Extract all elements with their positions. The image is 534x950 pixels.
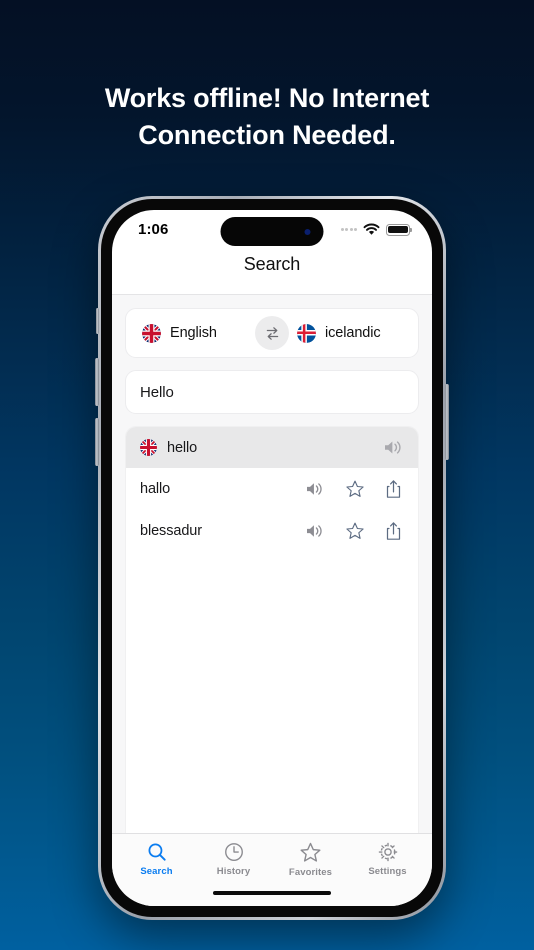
- star-outline-icon[interactable]: [345, 521, 365, 541]
- silent-switch[interactable]: [96, 308, 99, 334]
- star-outline-icon[interactable]: [345, 479, 365, 499]
- dynamic-island: [220, 217, 324, 246]
- flag-iceland-icon: [297, 323, 316, 343]
- query-row-text: hello: [167, 439, 198, 456]
- search-input[interactable]: Hello: [125, 370, 419, 414]
- language-selector: English icelandic: [125, 308, 419, 358]
- swap-languages-button[interactable]: [255, 316, 289, 350]
- flag-uk-icon: [140, 439, 157, 456]
- camera-dot-icon: [304, 229, 311, 235]
- share-icon[interactable]: [385, 521, 402, 541]
- power-button[interactable]: [445, 384, 449, 460]
- result-text: blessadur: [140, 523, 202, 539]
- phone-bezel: 1:06 Search English icelandic Hello hell…: [101, 199, 443, 917]
- tab-settings-label: Settings: [368, 866, 407, 877]
- search-input-value: Hello: [140, 383, 174, 401]
- tab-favorites[interactable]: Favorites: [272, 841, 349, 878]
- result-text: hallo: [140, 481, 171, 497]
- status-time: 1:06: [138, 221, 169, 238]
- target-language-label: icelandic: [325, 325, 381, 341]
- flag-uk-icon: [142, 323, 161, 343]
- source-language-button[interactable]: English: [142, 323, 247, 343]
- volume-down-button[interactable]: [95, 418, 99, 466]
- page-title: Works offline! No Internet Connection Ne…: [104, 83, 430, 151]
- row-actions: [305, 521, 404, 541]
- swap-arrows-icon: [266, 326, 278, 340]
- nav-title: Search: [243, 254, 301, 274]
- tab-settings[interactable]: Settings: [349, 841, 426, 878]
- status-bar: 1:06: [112, 210, 432, 254]
- home-indicator[interactable]: [213, 890, 331, 896]
- row-actions: [305, 479, 404, 499]
- results-list: hello hallo blessadur: [125, 426, 419, 833]
- phone-screen: 1:06 Search English icelandic Hello hell…: [112, 210, 432, 906]
- battery-icon: [386, 223, 413, 236]
- tab-search-label: Search: [140, 866, 173, 877]
- volume-up-button[interactable]: [95, 358, 99, 406]
- clock-icon: [224, 843, 243, 861]
- share-icon[interactable]: [385, 479, 402, 499]
- tab-history-label: History: [216, 866, 251, 877]
- home-indicator-area: [112, 880, 432, 906]
- target-language-button[interactable]: icelandic: [297, 323, 402, 343]
- tab-history[interactable]: History: [195, 841, 272, 878]
- tab-search[interactable]: Search: [118, 841, 195, 878]
- magnifier-icon: [148, 843, 166, 861]
- signal-dots-icon: [340, 228, 357, 231]
- app-content: English icelandic Hello hello hallo bles…: [112, 294, 432, 833]
- star-outline-icon: [300, 842, 321, 862]
- phone-mockup: 1:06 Search English icelandic Hello hell…: [95, 196, 449, 920]
- tab-favorites-label: Favorites: [288, 867, 333, 878]
- query-row[interactable]: hello: [126, 427, 418, 468]
- status-indicators: [340, 223, 413, 236]
- table-row[interactable]: blessadur: [126, 510, 418, 552]
- table-row[interactable]: hallo: [126, 468, 418, 510]
- wifi-icon: [363, 223, 380, 235]
- speaker-icon[interactable]: [305, 523, 325, 539]
- tab-bar: Search History Favorites Settings: [112, 833, 432, 880]
- speaker-icon[interactable]: [305, 481, 325, 497]
- nav-bar: Search: [112, 254, 432, 294]
- gear-icon: [378, 842, 397, 862]
- speaker-icon[interactable]: [383, 439, 404, 456]
- source-language-label: English: [170, 325, 217, 341]
